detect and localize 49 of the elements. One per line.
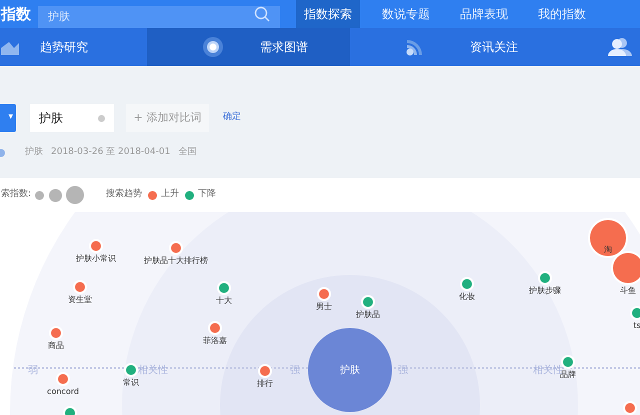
node-label: 护肤步骤 <box>529 287 561 295</box>
node-label: 排行 <box>257 380 273 388</box>
caret-icon: ▾ <box>8 111 13 125</box>
node-label: concord <box>47 388 79 396</box>
keyword-field[interactable]: 护肤 <box>30 104 114 132</box>
axis-label: 相关性 <box>138 366 168 376</box>
node-label: 常识 <box>123 379 139 387</box>
axis-label: 强 <box>290 366 300 376</box>
node-label: 淘 <box>604 246 612 254</box>
node-label: 护肤小常识 <box>76 255 116 263</box>
node-label: 商品 <box>48 342 64 350</box>
tab[interactable]: 需求图谱 <box>147 28 350 66</box>
node-label: 化妆 <box>459 293 475 301</box>
target-icon <box>202 36 224 58</box>
tab[interactable]: 资讯关注 <box>350 28 570 66</box>
search-icon[interactable] <box>254 6 270 22</box>
size-large-icon <box>66 186 84 204</box>
search-field[interactable]: 护肤 <box>38 6 280 28</box>
nav-tab[interactable]: 指数探索 <box>296 0 360 28</box>
nav-tab[interactable]: 品牌表现 <box>452 0 516 28</box>
node-label: 男士 <box>316 303 332 311</box>
legend-down: 下降 <box>198 188 216 202</box>
size-small-icon <box>35 190 44 200</box>
node-label: 资生堂 <box>68 296 92 304</box>
logo: 指数 <box>0 4 32 25</box>
node-label: 品牌 <box>560 371 576 379</box>
nav-tab[interactable]: 我的指数 <box>530 0 594 28</box>
axis-label: 强 <box>398 366 408 376</box>
region: 全国 <box>178 146 196 159</box>
size-medium-icon <box>49 188 62 202</box>
legend-label: 索指数: <box>0 188 32 202</box>
legend-up: 上升 <box>161 188 180 202</box>
nav-tab[interactable]: 数说专题 <box>374 0 438 28</box>
date-range: 2018-03-26 至 2018-04-01 <box>51 146 170 159</box>
node-label: 护肤品十大排行榜 <box>144 257 208 265</box>
signal-icon <box>405 38 425 56</box>
node-label: 菲洛嘉 <box>203 337 227 345</box>
info-keyword: 护肤 <box>25 146 43 159</box>
node-label: 护肤品 <box>356 311 380 319</box>
axis-label: 弱 <box>28 366 38 376</box>
user-icon[interactable] <box>608 38 632 56</box>
dropdown-button[interactable]: ▾ <box>0 104 16 132</box>
node-label: ts <box>633 322 640 330</box>
tab[interactable]: 趋势研究 <box>0 28 147 66</box>
confirm-link[interactable]: 确定 <box>223 111 241 125</box>
add-compare-button[interactable]: + 添加对比词 <box>126 104 209 132</box>
node-label: 斗鱼 <box>620 287 636 295</box>
legend-label: 搜索趋势 <box>106 188 142 202</box>
node-label: 十大 <box>216 297 232 305</box>
